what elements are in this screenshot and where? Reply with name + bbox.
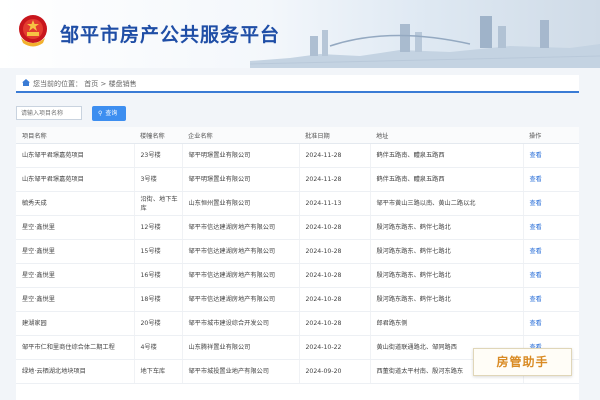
building-name-cell: 12号楼 <box>133 215 182 240</box>
column-header: 操作 <box>523 127 579 144</box>
building-name-cell: 20号楼 <box>133 311 182 336</box>
watermark-badge: 房管助手 <box>473 348 572 376</box>
building-name-cell: 16号楼 <box>133 263 182 288</box>
company-name-cell: 邹平市城市建设综合开发公司 <box>181 311 299 336</box>
project-name-cell: 毓秀天成 <box>16 191 134 216</box>
table-row: 星空·鑫悦里 12号楼 邹平市信达建湖房地产有限公司 2024-10-28 殷河… <box>16 215 579 240</box>
project-name-cell: 山东邹平君璟嘉苑项目 <box>16 167 134 192</box>
company-name-cell: 邹平明璟置业有限公司 <box>181 167 299 192</box>
city-skyline-illustration <box>250 16 600 68</box>
table-row: 建湖家园 20号楼 邹平市城市建设综合开发公司 2024-10-28 郎君路东侧… <box>16 311 579 336</box>
company-name-cell: 山东恒州置业有限公司 <box>181 191 299 216</box>
breadcrumb-home-link[interactable]: 首页 <box>84 80 98 88</box>
column-header: 批准日期 <box>299 127 370 144</box>
approval-date-cell: 2024-11-13 <box>298 191 370 216</box>
watermark-text: 房管助手 <box>496 355 549 369</box>
company-name-cell: 邹平市信达建湖房地产有限公司 <box>181 287 299 312</box>
building-name-cell: 沿街、地下车库 <box>133 191 182 216</box>
approval-date-cell: 2024-10-28 <box>298 263 370 288</box>
building-name-cell: 18号楼 <box>133 287 182 312</box>
project-name-cell: 建湖家园 <box>16 311 134 336</box>
approval-date-cell: 2024-09-20 <box>298 359 370 384</box>
approval-date-cell: 2024-10-28 <box>298 239 370 264</box>
address-cell: 殷河路东路东、鹤伴七路北 <box>369 263 523 288</box>
national-emblem-icon <box>19 15 47 47</box>
address-cell: 郎君路东侧 <box>369 311 523 336</box>
table-row: 星空·鑫悦里 16号楼 邹平市信达建湖房地产有限公司 2024-10-28 殷河… <box>16 263 579 288</box>
company-name-cell: 邹平市城投置业地产有限公司 <box>181 359 299 384</box>
header-banner: 邹平市房产公共服务平台 <box>0 0 600 68</box>
company-name-cell: 邹平市信达建湖房地产有限公司 <box>181 263 299 288</box>
breadcrumb: 您当前的位置： 首页 > 楼盘销售 <box>16 75 579 93</box>
approval-date-cell: 2024-10-28 <box>298 287 370 312</box>
approval-date-cell: 2024-10-28 <box>298 215 370 240</box>
project-name-search-input[interactable] <box>16 106 82 120</box>
company-name-cell: 邹平市信达建湖房地产有限公司 <box>181 239 299 264</box>
address-cell: 鹤伴五路南、醴泉五路西 <box>369 167 523 192</box>
column-header: 企业名称 <box>182 127 299 144</box>
search-button[interactable]: ⚲ 查询 <box>92 106 126 121</box>
view-link[interactable]: 查看 <box>522 143 579 168</box>
project-name-cell: 星空·鑫悦里 <box>16 263 134 288</box>
project-name-cell: 星空·鑫悦里 <box>16 287 134 312</box>
project-name-cell: 邹平市仁和里商住综合体二期工程 <box>16 335 134 360</box>
column-header: 楼幢名称 <box>134 127 182 144</box>
approval-date-cell: 2024-11-28 <box>298 167 370 192</box>
home-icon <box>22 79 30 86</box>
search-button-label: 查询 <box>105 110 118 117</box>
building-name-cell: 3号楼 <box>133 167 182 192</box>
building-name-cell: 15号楼 <box>133 239 182 264</box>
building-name-cell: 23号楼 <box>133 143 182 168</box>
breadcrumb-prefix: 您当前的位置： <box>33 80 82 88</box>
table-row: 山东邹平君璟嘉苑项目 23号楼 邹平明璟置业有限公司 2024-11-28 鹤伴… <box>16 143 579 168</box>
view-link[interactable]: 查看 <box>522 263 579 288</box>
search-icon: ⚲ <box>98 110 103 117</box>
site-title: 邹平市房产公共服务平台 <box>60 24 281 46</box>
project-name-cell: 星空·鑫悦里 <box>16 215 134 240</box>
column-header: 项目名称 <box>16 127 134 144</box>
breadcrumb-current: 楼盘销售 <box>108 80 137 88</box>
address-cell: 殷河路东路东、鹤伴七路北 <box>369 287 523 312</box>
approval-date-cell: 2024-10-22 <box>298 335 370 360</box>
view-link[interactable]: 查看 <box>522 191 579 216</box>
company-name-cell: 山东腾祥置业有限公司 <box>181 335 299 360</box>
approval-date-cell: 2024-10-28 <box>298 311 370 336</box>
building-name-cell: 地下车库 <box>133 359 182 384</box>
building-name-cell: 4号楼 <box>133 335 182 360</box>
table-header-row: 项目名称 楼幢名称 企业名称 批准日期 地址 操作 <box>16 127 579 144</box>
table-row: 山东邹平君璟嘉苑项目 3号楼 邹平明璟置业有限公司 2024-11-28 鹤伴五… <box>16 167 579 192</box>
project-name-cell: 星空·鑫悦里 <box>16 239 134 264</box>
address-cell: 邹平市黄山三路以南、黄山二路以北 <box>369 191 523 216</box>
company-name-cell: 邹平明璟置业有限公司 <box>181 143 299 168</box>
view-link[interactable]: 查看 <box>522 167 579 192</box>
project-name-cell: 绿地·云栖湖北地块项目 <box>16 359 134 384</box>
address-cell: 殷河路东路东、鹤伴七路北 <box>369 215 523 240</box>
column-header: 地址 <box>370 127 523 144</box>
view-link[interactable]: 查看 <box>522 239 579 264</box>
approval-date-cell: 2024-11-28 <box>298 143 370 168</box>
view-link[interactable]: 查看 <box>522 311 579 336</box>
view-link[interactable]: 查看 <box>522 215 579 240</box>
company-name-cell: 邹平市信达建湖房地产有限公司 <box>181 215 299 240</box>
address-cell: 殷河路东路东、鹤伴七路北 <box>369 239 523 264</box>
table-row: 毓秀天成 沿街、地下车库 山东恒州置业有限公司 2024-11-13 邹平市黄山… <box>16 191 579 216</box>
address-cell: 鹤伴五路南、醴泉五路西 <box>369 143 523 168</box>
breadcrumb-separator: > <box>100 80 107 88</box>
view-link[interactable]: 查看 <box>522 287 579 312</box>
project-name-cell: 山东邹平君璟嘉苑项目 <box>16 143 134 168</box>
table-row: 星空·鑫悦里 15号楼 邹平市信达建湖房地产有限公司 2024-10-28 殷河… <box>16 239 579 264</box>
table-row: 星空·鑫悦里 18号楼 邹平市信达建湖房地产有限公司 2024-10-28 殷河… <box>16 287 579 312</box>
